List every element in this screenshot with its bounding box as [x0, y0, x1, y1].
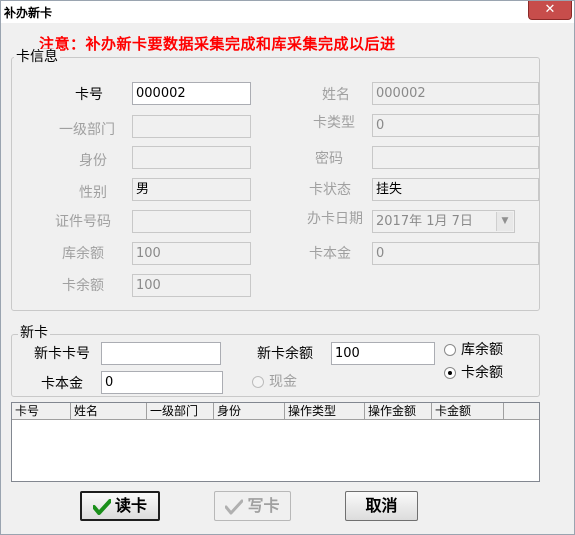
table-header: 卡号 姓名 一级部门 身份 操作类型 操作金额 卡金额 — [12, 403, 539, 420]
column-header[interactable]: 一级部门 — [147, 403, 214, 419]
card-status-field[interactable]: 挂失 — [372, 178, 539, 201]
column-header[interactable]: 卡金额 — [432, 403, 504, 419]
operation-table[interactable]: 卡号 姓名 一级部门 身份 操作类型 操作金额 卡金额 — [11, 402, 540, 482]
card-balance-label: 卡余额 — [62, 278, 104, 294]
card-type-field[interactable]: 0 — [372, 114, 539, 137]
lib-balance-radio[interactable] — [444, 344, 456, 356]
card-deposit-label: 卡本金 — [309, 246, 351, 262]
identity-field[interactable] — [132, 146, 251, 169]
card-balance-option-label: 卡余额 — [461, 365, 503, 381]
new-balance-input[interactable]: 100 — [331, 342, 435, 365]
cancel-button[interactable]: 取消 — [345, 491, 418, 521]
new-card-no-input[interactable] — [101, 342, 221, 365]
card-deposit-field[interactable]: 0 — [372, 242, 539, 265]
column-header[interactable]: 操作类型 — [285, 403, 365, 419]
password-label: 密码 — [315, 151, 343, 167]
card-no-field[interactable]: 000002 — [132, 82, 251, 105]
issue-date-picker[interactable]: 2017年 1月 7日 ▼ — [372, 210, 515, 233]
notice-text: 注意：补办新卡要数据采集完成和库采集完成以后进 — [39, 35, 396, 53]
deposit-input[interactable]: 0 — [101, 371, 223, 394]
card-balance-radio[interactable] — [444, 367, 456, 379]
name-label: 姓名 — [322, 87, 350, 103]
cash-label: 现金 — [269, 374, 297, 390]
password-field[interactable] — [372, 146, 539, 169]
dept-field[interactable] — [132, 115, 251, 138]
issue-date-value: 2017年 1月 7日 — [376, 214, 473, 229]
id-no-label: 证件号码 — [55, 214, 111, 230]
gender-label: 性别 — [79, 185, 107, 201]
card-status-label: 卡状态 — [309, 182, 351, 198]
new-card-no-label: 新卡卡号 — [34, 346, 90, 362]
column-header[interactable]: 身份 — [214, 403, 285, 419]
dialog-window: 补办新卡 ✕ 注意：补办新卡要数据采集完成和库采集完成以后进 卡信息 卡号 00… — [0, 0, 575, 535]
write-card-button[interactable]: 写卡 — [214, 491, 291, 521]
cash-radio[interactable] — [252, 376, 264, 388]
write-card-label: 写卡 — [247, 496, 280, 515]
close-icon: ✕ — [544, 2, 556, 17]
card-info-legend: 卡信息 — [14, 49, 60, 65]
read-card-button[interactable]: 读卡 — [80, 491, 160, 521]
id-no-field[interactable] — [132, 210, 251, 233]
column-header[interactable]: 姓名 — [71, 403, 147, 419]
read-card-label: 读卡 — [114, 496, 147, 515]
column-header[interactable]: 卡号 — [12, 403, 71, 419]
card-no-label: 卡号 — [75, 87, 103, 103]
check-icon — [92, 498, 111, 515]
lib-balance-label: 库余额 — [62, 246, 104, 262]
window-title: 补办新卡 — [4, 6, 53, 20]
name-field[interactable]: 000002 — [372, 82, 539, 105]
new-balance-label: 新卡余额 — [257, 346, 313, 362]
title-bar: 补办新卡 ✕ — [1, 1, 574, 23]
card-balance-field[interactable]: 100 — [132, 274, 251, 297]
column-header[interactable]: 操作金额 — [365, 403, 432, 419]
lib-balance-field[interactable]: 100 — [132, 242, 251, 265]
gender-field[interactable]: 男 — [132, 178, 251, 201]
dept-label: 一级部门 — [59, 122, 115, 138]
lib-balance-option-label: 库余额 — [461, 342, 503, 358]
check-icon — [225, 499, 244, 514]
radio-selected-dot — [448, 371, 452, 375]
cancel-label: 取消 — [365, 496, 398, 515]
identity-label: 身份 — [79, 153, 107, 169]
new-card-legend: 新卡 — [18, 325, 50, 341]
chevron-down-icon[interactable]: ▼ — [496, 212, 513, 231]
card-type-label: 卡类型 — [313, 115, 355, 131]
close-button[interactable]: ✕ — [528, 1, 572, 20]
issue-date-label: 办卡日期 — [307, 211, 363, 227]
deposit-label: 卡本金 — [41, 376, 83, 392]
